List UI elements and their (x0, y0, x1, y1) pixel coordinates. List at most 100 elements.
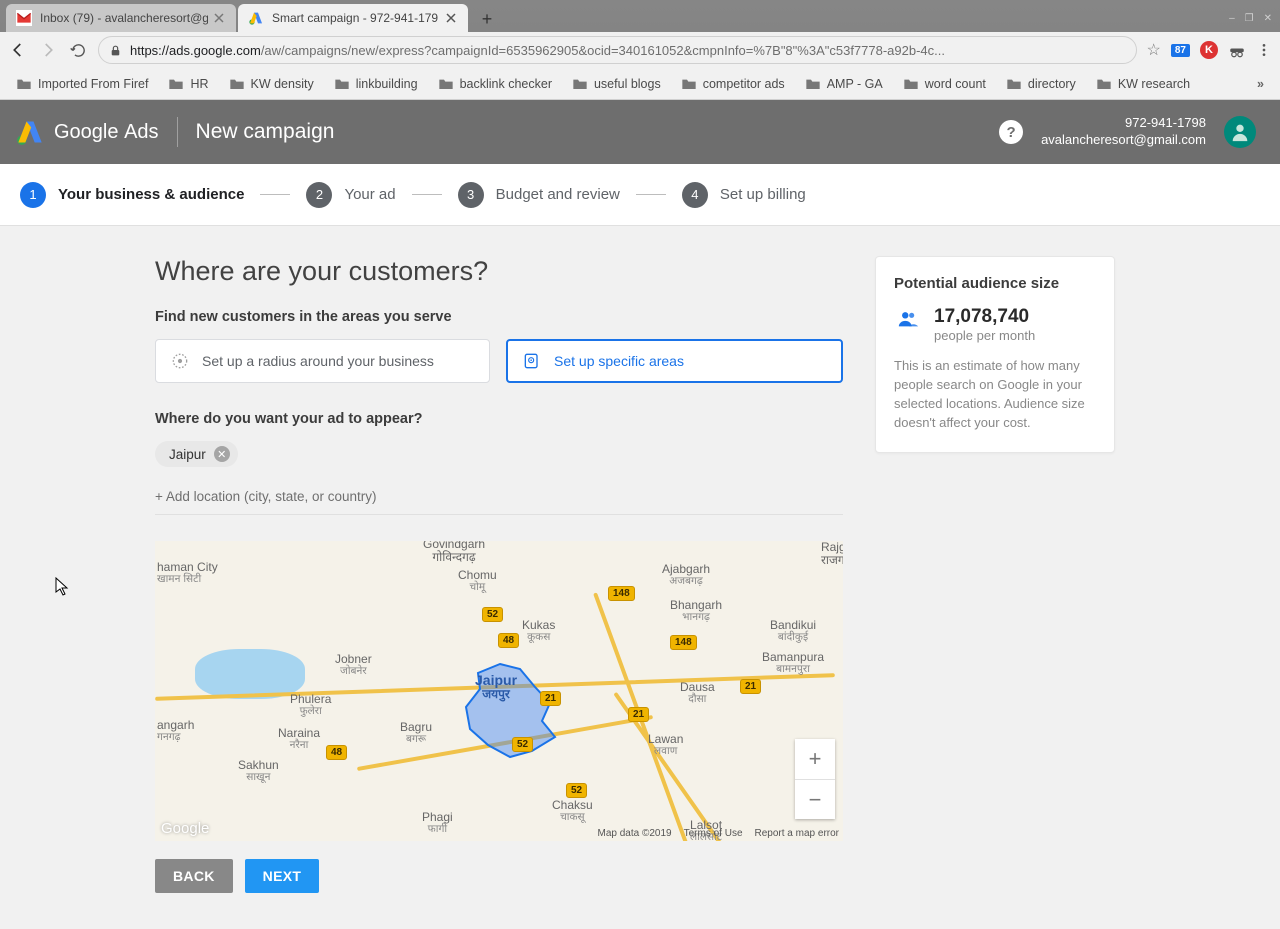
maximize-icon[interactable]: ❐ (1245, 13, 1254, 24)
bookmarks-bar: Imported From Firef HR KW density linkbu… (0, 68, 1280, 100)
avatar[interactable] (1224, 116, 1256, 148)
bookmark-label: word count (925, 77, 986, 91)
bookmark-label: backlink checker (460, 77, 552, 91)
tab-ads[interactable]: Smart campaign - 972-941-179 (238, 4, 468, 32)
location-chip[interactable]: Jaipur ✕ (155, 441, 238, 467)
next-button[interactable]: NEXT (245, 859, 320, 893)
map-terms-link[interactable]: Terms of Use (684, 828, 743, 839)
targeting-options: Set up a radius around your business Set… (155, 339, 843, 383)
step-connector (636, 194, 666, 195)
step-business-audience[interactable]: 1 Your business & audience (20, 182, 244, 208)
google-ads-logo[interactable]: Google Ads (16, 118, 159, 146)
remove-chip-icon[interactable]: ✕ (214, 446, 230, 462)
action-buttons: BACK NEXT (155, 859, 843, 893)
close-icon[interactable] (212, 11, 226, 25)
map-route-shield: 52 (482, 607, 503, 622)
map-city-center: Jaipurजयपुर (475, 673, 517, 702)
folder-icon (681, 77, 697, 91)
step-billing[interactable]: 4 Set up billing (682, 182, 806, 208)
bookmark-item[interactable]: Imported From Firef (8, 73, 156, 95)
bookmark-item[interactable]: linkbuilding (326, 73, 426, 95)
audience-card: Potential audience size 17,078,740 peopl… (875, 256, 1115, 453)
bookmark-item[interactable]: HR (160, 73, 216, 95)
help-icon[interactable]: ? (999, 120, 1023, 144)
map-route-shield: 48 (498, 633, 519, 648)
back-button[interactable]: BACK (155, 859, 233, 893)
map-route-shield: 148 (608, 586, 635, 601)
extension-k-icon[interactable]: K (1200, 41, 1218, 59)
close-icon[interactable] (444, 11, 458, 25)
map-city: Dausaदौसा (680, 681, 715, 706)
add-location-input[interactable]: + Add location (city, state, or country) (155, 475, 843, 515)
map-route-shield: 52 (512, 737, 533, 752)
folder-icon (1006, 77, 1022, 91)
map-attribution: Map data ©2019 Terms of Use Report a map… (598, 828, 839, 839)
folder-icon (805, 77, 821, 91)
bookmark-label: KW research (1118, 77, 1190, 91)
step-label: Your ad (344, 186, 395, 203)
map-route-shield: 48 (326, 745, 347, 760)
extension-incognito-icon[interactable] (1228, 41, 1246, 59)
browser-chrome: Inbox (79) - avalancheresort@g Smart cam… (0, 0, 1280, 100)
account-id: 972-941-1798 (1041, 115, 1206, 132)
new-tab-button[interactable]: + (474, 6, 500, 32)
folder-icon (229, 77, 245, 91)
back-button[interactable] (8, 40, 28, 60)
bookmarks-overflow-icon[interactable]: » (1249, 77, 1272, 91)
audience-title: Potential audience size (894, 275, 1096, 292)
map-city: Bagruबगरू (400, 721, 432, 746)
reload-button[interactable] (68, 40, 88, 60)
bookmark-item[interactable]: KW density (221, 73, 322, 95)
step-your-ad[interactable]: 2 Your ad (306, 182, 395, 208)
map-city: Jobnerजोबनेर (335, 653, 372, 678)
bookmark-label: directory (1028, 77, 1076, 91)
bookmark-item[interactable]: KW research (1088, 73, 1198, 95)
step-connector (412, 194, 442, 195)
map-report-link[interactable]: Report a map error (755, 828, 839, 839)
map-city: Sakhunसाखून (238, 759, 279, 784)
bookmark-item[interactable]: directory (998, 73, 1084, 95)
step-number: 1 (20, 182, 46, 208)
url-path: /aw/campaigns/new/express?campaignId=653… (261, 43, 945, 58)
map[interactable]: Jaipurजयपुर haman Cityखामन सिटी angarhगन… (155, 541, 843, 841)
forward-button[interactable] (38, 40, 58, 60)
map-city: Chomuचोमू (458, 569, 497, 594)
step-budget-review[interactable]: 3 Budget and review (458, 182, 620, 208)
side-column: Potential audience size 17,078,740 peopl… (875, 256, 1115, 893)
people-icon (894, 308, 922, 330)
step-number: 2 (306, 182, 332, 208)
bookmark-item[interactable]: useful blogs (564, 73, 669, 95)
tab-inbox[interactable]: Inbox (79) - avalancheresort@g (6, 4, 236, 32)
zoom-out-button[interactable]: − (795, 779, 835, 819)
extension-badge[interactable]: 87 (1171, 44, 1190, 57)
close-window-icon[interactable]: ✕ (1264, 13, 1272, 24)
zoom-in-button[interactable]: + (795, 739, 835, 779)
location-chips: Jaipur ✕ (155, 441, 843, 467)
map-route-shield: 52 (566, 783, 587, 798)
option-radius[interactable]: Set up a radius around your business (155, 339, 490, 383)
bookmark-star-icon[interactable]: ☆ (1147, 40, 1161, 60)
step-label: Your business & audience (58, 186, 244, 203)
folder-icon (1096, 77, 1112, 91)
map-city: Phagiफागी (422, 811, 453, 836)
bookmark-item[interactable]: backlink checker (430, 73, 560, 95)
option-specific-areas[interactable]: Set up specific areas (506, 339, 843, 383)
bookmark-label: competitor ads (703, 77, 785, 91)
bookmark-label: useful blogs (594, 77, 661, 91)
map-google-logo: Google (161, 820, 209, 837)
account-info: 972-941-1798 avalancheresort@gmail.com (1041, 115, 1206, 149)
bookmark-item[interactable]: competitor ads (673, 73, 793, 95)
map-route-shield: 21 (628, 707, 649, 722)
bookmark-item[interactable]: word count (895, 73, 994, 95)
address-bar[interactable]: https://ads.google.com/aw/campaigns/new/… (98, 36, 1137, 64)
menu-dots-icon[interactable] (1256, 42, 1272, 58)
map-edge-label: angarhगनगढ़ (157, 719, 194, 744)
map-city: Phuleraफुलेरा (290, 693, 331, 718)
url-host: https://ads.google.com (130, 43, 261, 58)
bookmark-item[interactable]: AMP - GA (797, 73, 891, 95)
map-city: Bandikuiबांदीकुई (770, 619, 816, 644)
map-zoom-controls: + − (795, 739, 835, 819)
bookmark-label: KW density (251, 77, 314, 91)
minimize-icon[interactable]: – (1229, 13, 1235, 24)
bookmark-label: linkbuilding (356, 77, 418, 91)
